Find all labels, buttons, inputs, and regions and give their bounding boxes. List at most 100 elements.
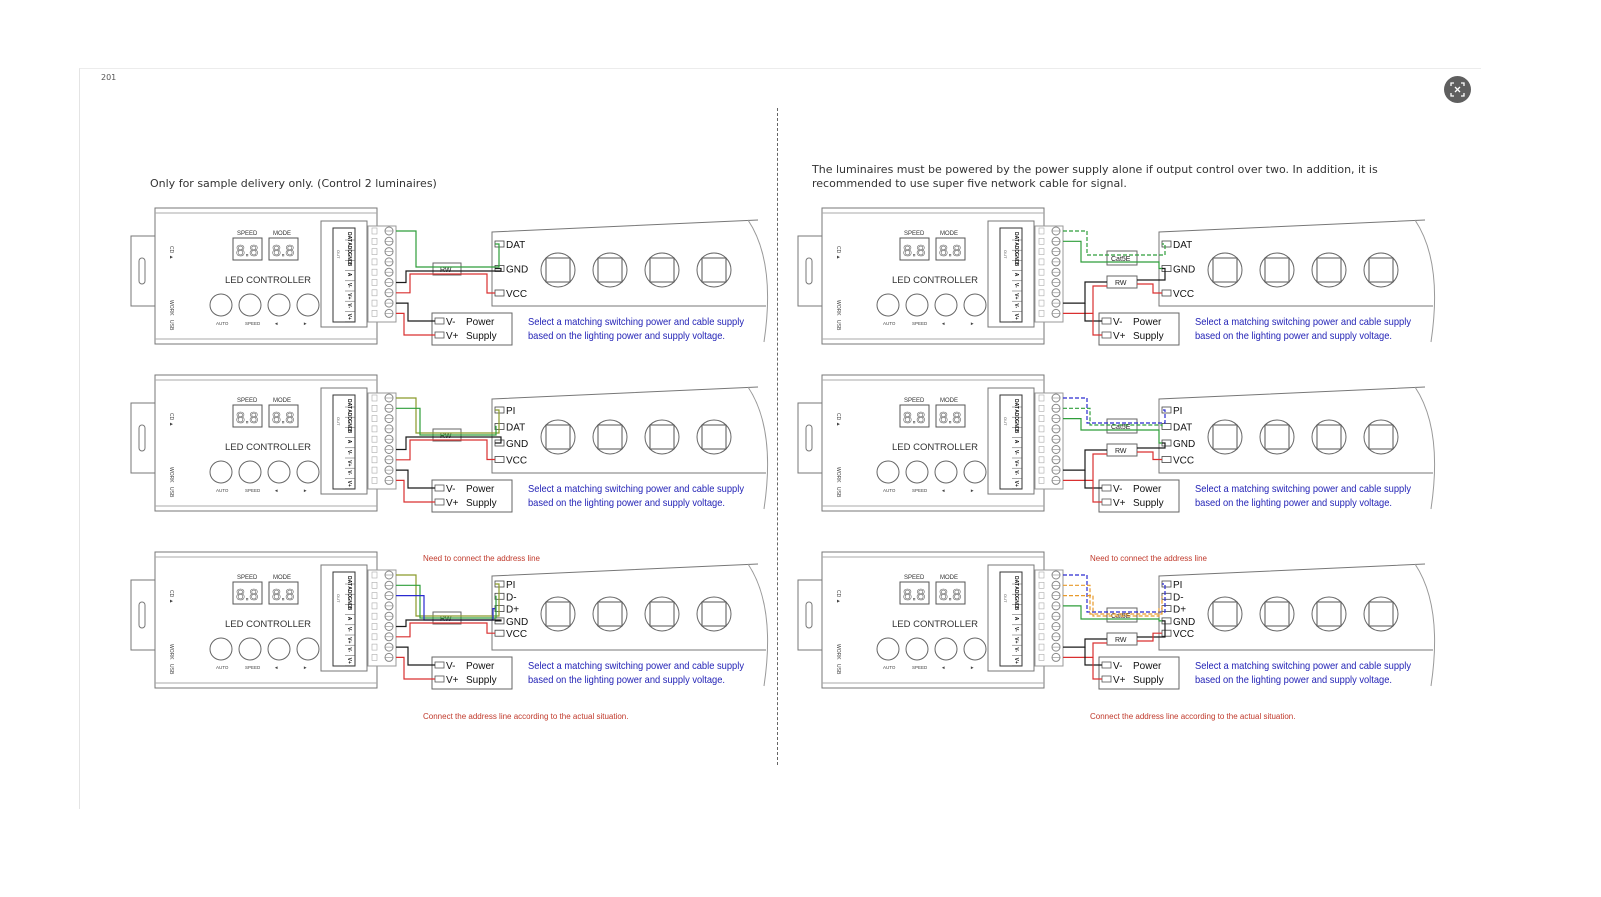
led-chip <box>597 257 623 283</box>
pin-label-vcc: VCC <box>506 629 527 640</box>
pin-label-vcc: VCC <box>1173 456 1194 467</box>
psu-terminal-label: V+ <box>446 675 459 686</box>
terminal-label: V- <box>1013 303 1019 308</box>
supply-note-line1: Select a matching switching power and ca… <box>1195 316 1412 328</box>
button-label: ◄ <box>274 321 278 326</box>
psu-terminal-label: V- <box>446 317 455 328</box>
terminal-label: DAT <box>1013 399 1019 409</box>
pin-pad <box>1161 423 1172 430</box>
led-chip <box>1212 257 1238 283</box>
diagram-right-1: CD ▲ WORK USB SPEED 8.8 MODE 8.8 LED CONTROLLER… <box>797 207 1436 346</box>
display-label: SPEED <box>904 231 925 237</box>
controller-button <box>876 293 900 317</box>
psu-label: Power <box>1133 317 1162 328</box>
wire <box>396 469 435 489</box>
terminal-label: V- <box>1013 283 1019 288</box>
supply-note-line2: based on the lighting power and supply v… <box>1195 674 1392 686</box>
psu-label: Power <box>466 317 495 328</box>
display-label: MODE <box>273 575 291 581</box>
supply-note: Select a matching switching power and ca… <box>1195 660 1412 686</box>
power-supply: V- V+ Power Supply <box>431 656 513 690</box>
psu-terminal <box>1101 498 1112 506</box>
psu-label: Supply <box>1133 675 1164 686</box>
controller-button <box>209 460 233 484</box>
controller-title: LED CONTROLLER <box>892 275 978 286</box>
side-label: CD ▲ <box>168 590 174 604</box>
led-chip <box>545 257 571 283</box>
led-chip <box>1368 257 1394 283</box>
seven-seg-digits: 8.8 <box>272 243 294 260</box>
side-label: WORK <box>168 300 174 316</box>
side-label: USB <box>835 320 841 331</box>
pin-pad <box>494 456 505 463</box>
led-chip <box>649 601 675 627</box>
controller-button <box>238 293 262 317</box>
annotation-text: Connect the address line according to th… <box>423 712 628 721</box>
display-label: MODE <box>273 398 291 404</box>
pin-pad <box>494 289 505 297</box>
psu-terminal <box>434 484 445 492</box>
wire <box>1137 620 1166 638</box>
supply-note: Select a matching switching power and ca… <box>528 660 745 686</box>
controller-button <box>876 460 900 484</box>
terminal-label: V- <box>1013 470 1019 475</box>
terminal-label: V+ <box>1013 658 1019 664</box>
button-label: ► <box>970 665 974 670</box>
power-supply: V- V+ Power Supply <box>1098 479 1180 513</box>
led-chip <box>597 424 623 450</box>
psu-label: Supply <box>466 675 497 686</box>
strip-curl <box>747 563 769 687</box>
pin-label-vcc: VCC <box>506 456 527 467</box>
wiring-diagrams: CD ▲ WORK USB SPEED 8.8 MODE 8.8 LED CONTROLLER… <box>130 207 1436 721</box>
button-label: ► <box>970 488 974 493</box>
terminal-label: A <box>346 617 352 621</box>
wire <box>1063 281 1107 304</box>
led-chip <box>597 601 623 627</box>
psu-terminal <box>434 661 445 669</box>
seven-seg-digits: 8.8 <box>939 587 961 604</box>
mounting-ear <box>797 579 825 651</box>
pin-label-d: D+ <box>1173 605 1186 616</box>
button-label: ► <box>970 321 974 326</box>
wire <box>396 302 435 322</box>
button-label: AUTO <box>883 665 896 670</box>
seven-seg-digits: 8.8 <box>939 243 961 260</box>
terminal-label: V+ <box>346 637 352 643</box>
display-label: SPEED <box>904 398 925 404</box>
pin-label-gnd: GND <box>1173 617 1195 628</box>
button-label: ◄ <box>941 665 945 670</box>
led-chip <box>701 424 727 450</box>
led-chip <box>701 257 727 283</box>
annotation-text: Connect the address line according to th… <box>1090 712 1295 721</box>
psu-terminal-label: V+ <box>446 331 459 342</box>
controller-button <box>963 637 987 661</box>
controller-button <box>905 460 929 484</box>
seven-seg-digits: 8.8 <box>272 410 294 427</box>
display-label: MODE <box>940 575 958 581</box>
side-label: WORK <box>168 467 174 483</box>
psu-terminal-label: V+ <box>1113 675 1126 686</box>
psu-label: Power <box>466 661 495 672</box>
controller-button <box>296 460 320 484</box>
button-label: ► <box>303 665 307 670</box>
controller-button <box>963 460 987 484</box>
terminal-label: DAT <box>346 576 352 586</box>
controller-button <box>209 637 233 661</box>
pin-label-dat: DAT <box>1173 423 1192 434</box>
pin-label-pi: PI <box>1173 580 1182 591</box>
button-label: AUTO <box>216 488 229 493</box>
annotation-text: Need to connect the address line <box>1090 554 1208 563</box>
psu-terminal-label: V- <box>446 661 455 672</box>
led-chip <box>649 257 675 283</box>
terminal-group-label: OUT <box>336 417 341 426</box>
terminal-label: A <box>1013 617 1019 621</box>
button-label: ► <box>303 321 307 326</box>
led-chip <box>1316 257 1342 283</box>
pin-label-pi: PI <box>506 580 515 591</box>
controller-button <box>934 637 958 661</box>
wire <box>396 479 435 503</box>
seven-seg-digits: 8.8 <box>903 410 925 427</box>
psu-terminal <box>1101 317 1112 325</box>
controller-button <box>238 637 262 661</box>
terminal-label: V+ <box>346 658 352 664</box>
